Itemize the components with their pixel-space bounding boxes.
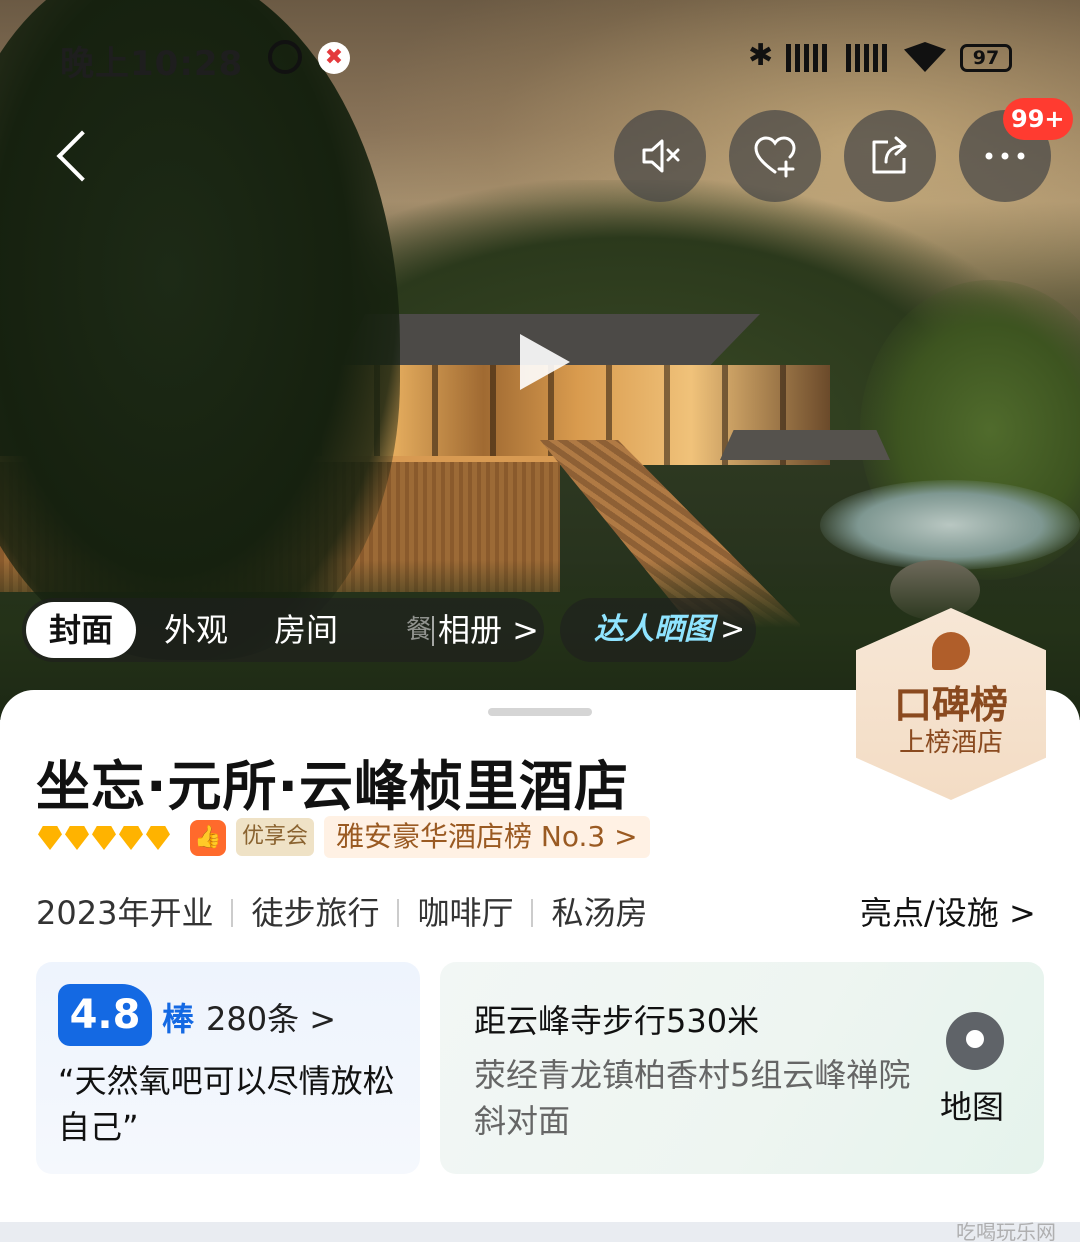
location-card[interactable]: 距云峰寺步行530米 荥经青龙镇柏香村5组云峰禅院斜对面 地图 [440,962,1044,1174]
distance-info: 距云峰寺步行530米 [474,1002,760,1040]
review-quote: “天然氧吧可以尽情放松自己” [58,1062,395,1146]
notification-badge: 99+ [1003,98,1073,140]
signal-icon [786,44,830,72]
rating-word: 棒 [162,1000,195,1038]
feature-tag: 私汤房 [551,894,648,932]
tab-cover[interactable]: 封面 [26,602,136,658]
status-time: 晚上10:28 [60,44,244,84]
feature-tags: 2023年开业 徒步旅行 咖啡厅 私汤房 [36,888,648,932]
thumbs-up-icon: 👍 [190,820,226,856]
bluetooth-icon: ✱ [748,38,774,73]
review-summary-card[interactable]: 4.8 棒 280条 > “天然氧吧可以尽情放松自己” [36,962,420,1174]
hotel-name: 坐忘·元所·云峰桢里酒店 [36,755,630,818]
diamond-rating [38,826,173,856]
highlights-facilities-link[interactable]: 亮点/设施 > [860,888,1036,934]
diamond-icon [146,826,170,850]
diamond-icon [65,826,89,850]
tab-overflow-fade: 餐 [406,615,433,645]
tab-divider [432,616,434,646]
recording-icon: ✖ [318,42,350,74]
drag-handle[interactable] [488,708,592,716]
feature-tag: 2023年开业 [36,894,214,932]
address: 荥经青龙镇柏香村5组云峰禅院斜对面 [474,1056,911,1140]
diamond-icon [38,826,62,850]
pond [820,480,1080,570]
diamond-icon [119,826,143,850]
review-count-link[interactable]: 280条 > [206,994,336,1040]
koubei-subtitle: 上榜酒店 [898,728,1003,758]
alarm-icon [268,40,302,74]
favorite-button[interactable] [729,110,821,202]
divider [531,899,534,927]
tab-rooms[interactable]: 房间 [274,598,338,662]
map-pin-icon[interactable] [946,1012,1004,1070]
signal-icon-2 [846,44,890,72]
battery-icon: 97 [960,44,1012,72]
tree-left [0,0,400,660]
mute-icon [642,139,680,173]
mute-button[interactable] [614,110,706,202]
share-button[interactable] [844,110,936,202]
tab-album[interactable]: 相册 > [438,598,539,662]
feature-tag: 咖啡厅 [417,894,514,932]
feature-tag: 徒步旅行 [251,894,380,932]
member-tag: 优享会 [236,818,315,856]
chevron-right-icon: > [720,612,746,647]
divider [231,899,234,927]
watermark: 吃喝玩乐网 [956,1220,1056,1242]
daren-photos-button[interactable]: 达人晒图 > [560,598,756,662]
ranking-link[interactable]: 雅安豪华酒店榜 No.3 > [324,816,650,858]
share-icon [872,136,907,174]
more-icon [985,152,1025,160]
divider [397,899,400,927]
daren-photos-label: 达人晒图 [594,612,714,647]
gallery-tabs: 封面 外观 房间 餐 相册 > [22,598,544,662]
heart-add-icon [754,136,796,178]
diamond-icon [92,826,116,850]
back-button[interactable] [40,120,110,196]
pavilion-roof [720,430,890,460]
map-button-label[interactable]: 地图 [940,1082,1004,1128]
tab-exterior[interactable]: 外观 [164,598,228,662]
wifi-icon [904,42,946,72]
rating-score: 4.8 [58,984,152,1046]
dolphin-logo-icon [932,632,970,670]
status-bar: 晚上10:28 ✖ ✱ 97 [0,30,1080,86]
koubei-title: 口碑榜 [893,683,1008,727]
